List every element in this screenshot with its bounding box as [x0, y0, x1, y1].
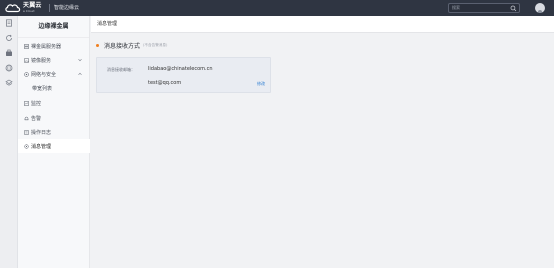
sidebar-title: 边缘裸金属 [18, 16, 89, 38]
refresh-icon[interactable] [5, 34, 13, 42]
product-name[interactable]: 智能边缘云 [54, 0, 79, 16]
sidebar-item-operation-log[interactable]: 操作日志 [18, 125, 90, 139]
layers-icon[interactable] [5, 79, 13, 87]
email-address: test@qq.com [148, 80, 182, 86]
user-avatar[interactable] [535, 3, 545, 13]
image-icon [24, 57, 29, 63]
logo-divider [49, 4, 50, 12]
document-icon[interactable] [5, 19, 13, 27]
top-bar: 天翼云 e Cloud 智能边缘云 [0, 0, 554, 16]
icon-rail [0, 16, 18, 268]
sidebar-item-image-service[interactable]: 镜像服务 [18, 53, 90, 67]
log-icon [24, 129, 29, 135]
sidebar-item-label: 操作日志 [31, 129, 52, 136]
sidebar-item-label: 消息管理 [31, 143, 52, 150]
network-icon [24, 71, 29, 77]
section-title: 消息接收方式 (不含告警消息) [96, 41, 168, 50]
logo-english-text: e Cloud [23, 9, 35, 13]
edit-link[interactable]: 修改 [257, 81, 265, 87]
sidebar-item-label: 监控 [31, 100, 42, 107]
email-label: 消息接收邮箱： [107, 67, 135, 72]
page-header: 消息管理 [91, 16, 554, 33]
server-icon [24, 43, 29, 49]
brand-logo[interactable]: 天翼云 e Cloud [4, 2, 42, 14]
sidebar-item-monitoring[interactable]: 监控 [18, 96, 90, 110]
search-icon[interactable] [510, 5, 517, 12]
bell-icon [24, 116, 29, 120]
sidebar-item-network-security[interactable]: 网络与安全 [18, 67, 90, 81]
sidebar-item-label: 告警 [31, 115, 42, 122]
sidebar-item-alarms[interactable]: 告警 [18, 111, 90, 125]
sidebar-item-message-management[interactable]: 消息管理 [18, 139, 90, 153]
bag-icon[interactable] [5, 49, 13, 57]
chevron-down-icon [78, 58, 82, 62]
sidebar-item-label: 裸金属服务器 [31, 43, 62, 50]
sidebar-item-bare-metal-servers[interactable]: 裸金属服务器 [18, 39, 90, 53]
user-icon [538, 10, 542, 13]
search-box [448, 3, 520, 13]
message-icon [24, 143, 29, 149]
sidebar-item-bandwidth-list[interactable]: 带宽列表 [18, 81, 90, 95]
email-card: 消息接收邮箱： lidabao@chinatelecom.cn test@qq.… [96, 57, 271, 93]
page-title: 消息管理 [97, 21, 118, 27]
search-input[interactable] [452, 4, 508, 12]
section-hint: (不含告警消息) [143, 42, 168, 47]
main-content: 消息管理 消息接收方式 (不含告警消息) 消息接收邮箱： lidabao@chi… [91, 16, 554, 268]
globe-icon[interactable] [5, 64, 13, 72]
sidebar: 边缘裸金属 裸金属服务器 镜像服务 网络与安全 带宽列表 监控 告警 操作日志 … [18, 16, 90, 268]
email-address: lidabao@chinatelecom.cn [148, 66, 213, 72]
sidebar-item-label: 镜像服务 [31, 57, 52, 64]
cloud-logo-icon [5, 4, 21, 13]
chevron-up-icon [78, 72, 82, 76]
monitor-icon [24, 100, 29, 106]
section-dot [96, 43, 99, 47]
sidebar-item-label: 网络与安全 [31, 71, 57, 78]
section-title-text: 消息接收方式 [104, 42, 141, 50]
sidebar-item-label: 带宽列表 [32, 85, 53, 92]
